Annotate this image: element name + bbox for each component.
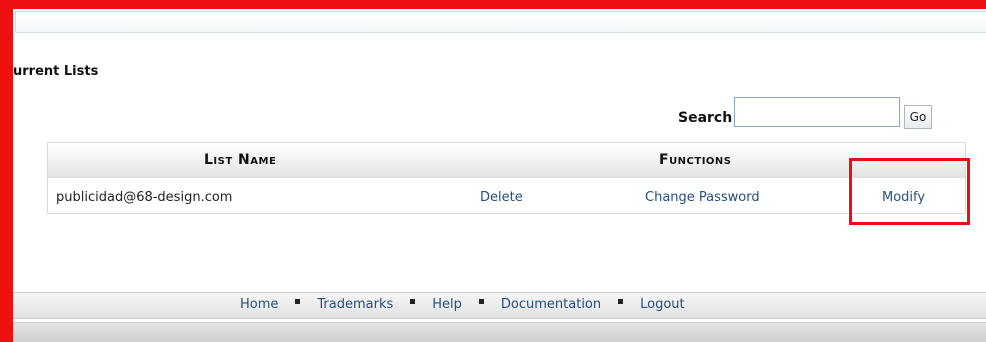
go-button[interactable]: Go <box>904 105 932 129</box>
footer-link-trademarks[interactable]: Trademarks <box>317 297 393 312</box>
column-header-functions: Functions <box>659 152 732 168</box>
column-header-list-name: List Name <box>204 152 277 168</box>
lists-table: List Name Functions publicidad@68-design… <box>47 142 966 214</box>
delete-link[interactable]: Delete <box>480 190 523 205</box>
footer-link-logout[interactable]: Logout <box>640 297 685 312</box>
table-header: List Name Functions <box>48 143 965 178</box>
separator-bullet <box>295 299 301 304</box>
search-input[interactable] <box>734 97 900 127</box>
annotation-highlight-modify <box>849 158 970 225</box>
bottom-bar <box>13 322 986 342</box>
annotation-frame-top <box>0 0 986 9</box>
separator-bullet <box>618 299 624 304</box>
separator-bullet <box>410 299 416 304</box>
footer-link-documentation[interactable]: Documentation <box>501 297 601 312</box>
change-password-link[interactable]: Change Password <box>645 190 760 205</box>
top-bar <box>15 11 986 33</box>
annotation-frame-left <box>0 0 13 342</box>
separator-bullet <box>478 299 484 304</box>
footer-link-home[interactable]: Home <box>240 297 278 312</box>
footer-nav: Home Trademarks Help Documentation Logou… <box>240 297 685 312</box>
list-name-cell: publicidad@68-design.com <box>56 190 233 205</box>
footer-link-help[interactable]: Help <box>432 297 462 312</box>
search-label: Search <box>678 110 733 126</box>
page-title: urrent Lists <box>13 64 99 79</box>
